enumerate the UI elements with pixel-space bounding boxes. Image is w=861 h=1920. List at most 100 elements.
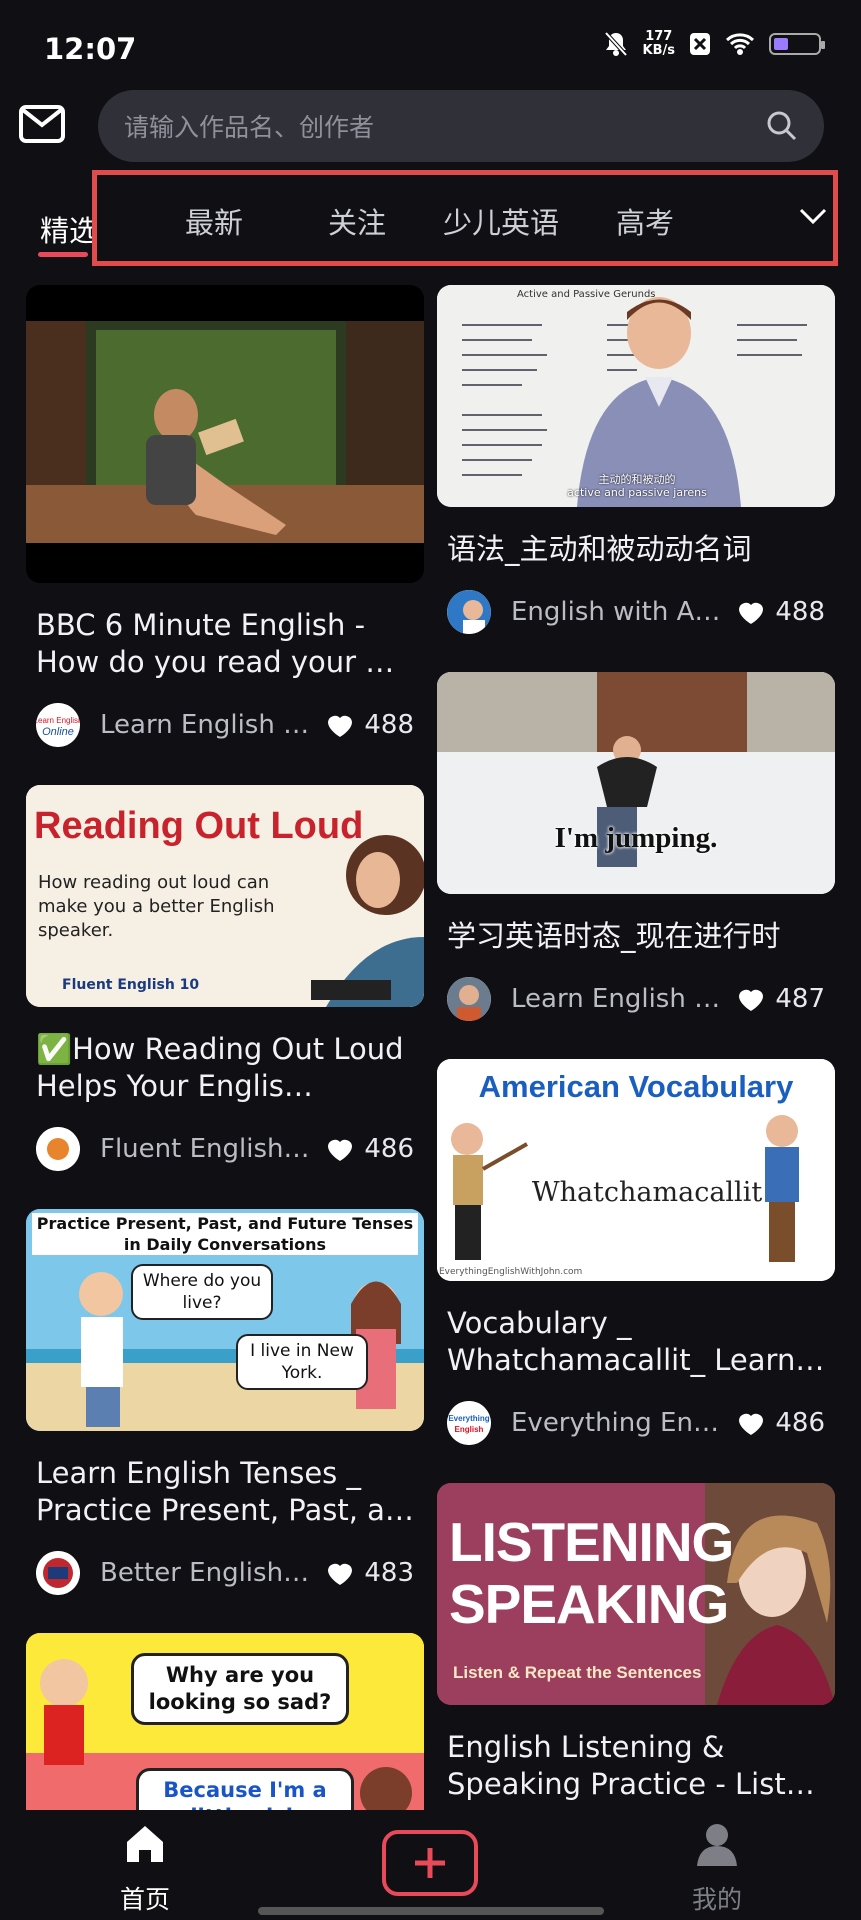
avatar[interactable] — [36, 1127, 80, 1171]
thumbnail-subtitle: Listen & Repeat the Sentences — [453, 1663, 702, 1682]
bottom-nav: 首页 我的 — [0, 1810, 861, 1920]
video-thumbnail[interactable] — [26, 285, 424, 583]
video-card[interactable]: Practice Present, Past, and Future Tense… — [26, 1209, 424, 1597]
video-card[interactable]: BBC 6 Minute English - How do you read y… — [26, 285, 424, 749]
speech-bubble: Why are you looking so sad? — [131, 1653, 349, 1725]
tab-featured[interactable]: 精选 — [40, 208, 98, 250]
thumbnail-subtitle: Whatchamacallit — [531, 1177, 763, 1208]
video-thumbnail[interactable]: I'm jumping. — [437, 672, 835, 894]
video-card[interactable]: Active and Passive Gerunds 主动的和被动的 activ… — [437, 285, 835, 636]
video-card[interactable]: American Vocabulary Whatchamacallit Ever… — [437, 1059, 835, 1447]
thumbnail-brand: Fluent English 10 — [62, 977, 200, 993]
nav-home[interactable]: 首页 — [100, 1820, 190, 1916]
video-card[interactable]: I'm jumping. 学习英语时态_现在进行时 Learn English … — [437, 672, 835, 1023]
home-icon — [127, 1826, 163, 1862]
tab-kids-english[interactable]: 少儿英语 — [443, 200, 559, 242]
video-card[interactable]: Why are you looking so sad? Because I'm … — [26, 1633, 424, 1833]
like-count[interactable]: 487 — [737, 984, 825, 1014]
active-tab-indicator — [38, 252, 88, 257]
search-icon[interactable] — [766, 110, 798, 142]
heart-icon — [328, 1139, 353, 1161]
video-thumbnail[interactable]: Why are you looking so sad? Because I'm … — [26, 1633, 424, 1833]
heart-icon — [739, 602, 764, 624]
mail-icon[interactable] — [18, 104, 66, 144]
tab-gaokao[interactable]: 高考 — [616, 200, 674, 242]
thumbnail-caption: I'm jumping. — [554, 822, 718, 854]
chevron-down-icon[interactable] — [798, 206, 828, 226]
video-card[interactable]: Reading Out Loud How reading out loud ca… — [26, 785, 424, 1173]
tab-latest[interactable]: 最新 — [185, 200, 243, 242]
author-name[interactable]: English with Alex — [511, 597, 727, 627]
profile-icon — [697, 1824, 737, 1866]
avatar[interactable]: Everything English — [447, 1401, 491, 1445]
thumbnail-title: American Vocabulary — [478, 1069, 794, 1104]
feed-column-left: BBC 6 Minute English - How do you read y… — [26, 285, 424, 1847]
video-card[interactable]: LISTENING SPEAKING Listen & Repeat the S… — [437, 1483, 835, 1803]
video-thumbnail[interactable]: American Vocabulary Whatchamacallit Ever… — [437, 1059, 835, 1281]
battery-icon — [769, 33, 825, 55]
like-count[interactable]: 483 — [326, 1558, 414, 1588]
mute-bell-icon — [604, 31, 628, 57]
author-name[interactable]: Better English fo… — [100, 1558, 316, 1588]
heart-icon — [739, 989, 764, 1011]
video-thumbnail[interactable]: Active and Passive Gerunds 主动的和被动的 activ… — [437, 285, 835, 507]
video-thumbnail[interactable]: Practice Present, Past, and Future Tense… — [26, 1209, 424, 1431]
like-count[interactable]: 486 — [737, 1408, 825, 1438]
video-title[interactable]: BBC 6 Minute English - How do you read y… — [36, 607, 414, 681]
heart-icon — [739, 1413, 764, 1435]
create-button[interactable] — [382, 1830, 478, 1896]
thumbnail-caption: 主动的和被动的 active and passive jarens — [567, 473, 707, 499]
thumbnail-title: Active and Passive Gerunds — [517, 289, 656, 300]
video-title[interactable]: Learn English Tenses _ Practice Present,… — [36, 1455, 414, 1529]
plus-icon — [415, 1848, 445, 1878]
thumbnail-image — [437, 672, 835, 894]
author-name[interactable]: Fluent English 10 — [100, 1134, 316, 1164]
nav-home-label: 首页 — [119, 1885, 170, 1914]
thumbnail-subtitle: How reading out loud can make you a bett… — [38, 872, 275, 941]
video-meta: Learn English wi… 487 — [447, 975, 825, 1023]
video-title[interactable]: 学习英语时态_现在进行时 — [447, 918, 825, 955]
video-thumbnail[interactable]: Reading Out Loud How reading out loud ca… — [26, 785, 424, 1007]
svg-text:Learn English: Learn English — [36, 716, 80, 725]
status-time: 12:07 — [44, 32, 137, 66]
video-title[interactable]: English Listening & Speaking Practice - … — [447, 1729, 825, 1803]
svg-text:Online: Online — [42, 726, 74, 738]
status-bar: 12:07 177 KB/s — [0, 0, 861, 90]
svg-text:English: English — [455, 1425, 484, 1434]
avatar[interactable]: Learn EnglishOnline — [36, 703, 80, 747]
like-count[interactable]: 486 — [326, 1134, 414, 1164]
thumbnail-title: Practice Present, Past, and Future Tense… — [32, 1213, 418, 1255]
thumbnail-url: EverythingEnglishWithJohn.com — [439, 1267, 583, 1277]
video-title[interactable]: 语法_主动和被动动名词 — [447, 531, 825, 568]
video-meta: Fluent English 10 486 — [36, 1125, 414, 1173]
search-bar[interactable]: 请输入作品名、创作者 — [98, 90, 824, 162]
video-meta: Learn EnglishOnline Learn English O… 488 — [36, 701, 414, 749]
speech-bubble: Where do you live? — [131, 1264, 273, 1320]
avatar[interactable] — [447, 977, 491, 1021]
nav-me-label: 我的 — [691, 1885, 742, 1914]
video-meta: Everything English Everything Engli… 486 — [447, 1399, 825, 1447]
author-name[interactable]: Everything Engli… — [511, 1408, 727, 1438]
thumbnail-title: Reading Out Loud — [34, 805, 364, 847]
like-count[interactable]: 488 — [326, 710, 414, 740]
search-input[interactable]: 请输入作品名、创作者 — [124, 108, 766, 144]
like-count[interactable]: 488 — [737, 597, 825, 627]
nav-me[interactable]: 我的 — [672, 1820, 762, 1916]
thumbnail-image — [26, 321, 424, 543]
avatar[interactable] — [36, 1551, 80, 1595]
author-name[interactable]: Learn English O… — [100, 710, 316, 740]
video-thumbnail[interactable]: LISTENING SPEAKING Listen & Repeat the S… — [437, 1483, 835, 1705]
status-icons: 177 KB/s — [603, 30, 825, 58]
home-indicator[interactable] — [258, 1907, 604, 1915]
heart-icon — [328, 1563, 353, 1585]
feed-column-right: Active and Passive Gerunds 主动的和被动的 activ… — [437, 285, 835, 1817]
wifi-icon — [725, 33, 755, 55]
highlight-box: 最新 关注 少儿英语 高考 — [92, 170, 838, 266]
svg-text:Everything: Everything — [448, 1414, 489, 1423]
author-name[interactable]: Learn English wi… — [511, 984, 727, 1014]
sim-x-icon — [690, 33, 710, 55]
tab-following[interactable]: 关注 — [328, 200, 386, 242]
avatar[interactable] — [447, 590, 491, 634]
video-title[interactable]: Vocabulary _ Whatchamacallit_ Learn… — [447, 1305, 825, 1379]
video-title[interactable]: ✅How Reading Out Loud Helps Your Englis… — [36, 1031, 414, 1105]
